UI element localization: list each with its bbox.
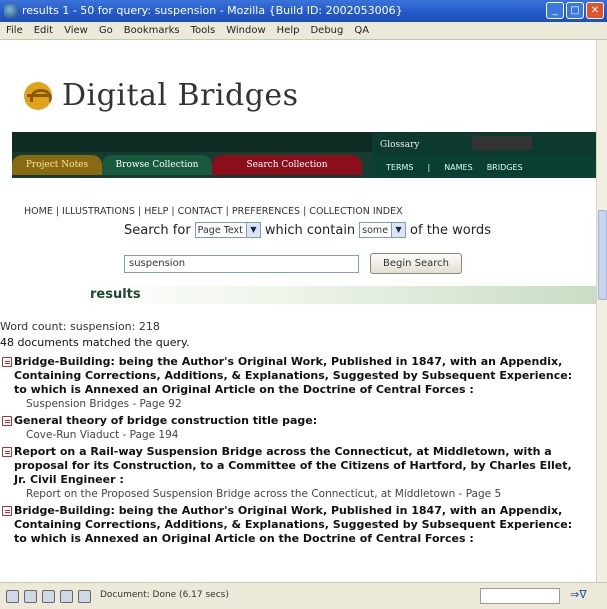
- result-title-link[interactable]: General theory of bridge construction ti…: [0, 414, 596, 428]
- window-title: results 1 - 50 for query: suspension - M…: [22, 4, 403, 17]
- chevron-down-icon[interactable]: ▼: [391, 223, 406, 237]
- page-viewport: Digital Bridges Project Notes Browse Col…: [0, 40, 596, 582]
- window-title-bar: results 1 - 50 for query: suspension - M…: [0, 0, 607, 22]
- address-book-icon[interactable]: [60, 590, 73, 603]
- site-logo[interactable]: Digital Bridges: [24, 78, 299, 113]
- result-page-link[interactable]: Suspension Bridges - Page 92: [0, 397, 596, 411]
- glossary-bridges-link[interactable]: BRIDGES: [487, 163, 523, 172]
- menu-view[interactable]: View: [64, 25, 88, 36]
- menu-go[interactable]: Go: [99, 25, 113, 36]
- glossary-terms-link[interactable]: TERMS: [386, 163, 413, 172]
- glossary-title[interactable]: Glossary: [380, 140, 419, 150]
- tab-browse-collection[interactable]: Browse Collection: [102, 155, 212, 175]
- browser-app-icon: [4, 4, 18, 18]
- nav-band: Project Notes Browse Collection Search C…: [12, 132, 596, 178]
- composer-icon[interactable]: [42, 590, 55, 603]
- list-item: Bridge-Building: being the Author's Orig…: [0, 355, 596, 411]
- search-field-value: Page Text: [197, 224, 243, 236]
- search-mode-value: some: [362, 224, 389, 236]
- list-item: General theory of bridge construction ti…: [0, 414, 596, 442]
- close-button[interactable]: ✕: [586, 2, 604, 19]
- result-title-link[interactable]: Bridge-Building: being the Author's Orig…: [0, 504, 596, 546]
- result-page-link[interactable]: Report on the Proposed Suspension Bridge…: [0, 487, 596, 501]
- menu-debug[interactable]: Debug: [310, 25, 343, 36]
- search-row: Search for Page Text ▼ which contain som…: [124, 222, 491, 238]
- results-list: Bridge-Building: being the Author's Orig…: [0, 355, 596, 549]
- scrollbar-thumb[interactable]: [598, 210, 607, 300]
- navigator-icon[interactable]: [6, 590, 19, 603]
- bridge-logo-icon: [24, 81, 52, 110]
- minimize-button[interactable]: _: [546, 2, 564, 19]
- menu-qa[interactable]: QA: [354, 25, 369, 36]
- glossary-separator: |: [427, 162, 431, 172]
- result-page-link[interactable]: Cove-Run Viaduct - Page 194: [0, 428, 596, 442]
- menu-window[interactable]: Window: [226, 25, 265, 36]
- result-title-link[interactable]: Report on a Rail-way Suspension Bridge a…: [0, 445, 596, 487]
- which-contain-label: which contain: [264, 222, 356, 238]
- results-title: results: [90, 287, 141, 302]
- menu-help[interactable]: Help: [277, 25, 300, 36]
- maximize-button[interactable]: □: [566, 2, 584, 19]
- document-icon: [2, 506, 12, 516]
- glossary-panel: Glossary TERMS | NAMES BRIDGES: [372, 132, 596, 178]
- result-title[interactable]: General theory of bridge construction ti…: [14, 414, 317, 427]
- document-icon: [2, 447, 12, 457]
- begin-search-button[interactable]: Begin Search: [370, 253, 462, 274]
- menu-file[interactable]: File: [6, 25, 23, 36]
- vertical-scrollbar[interactable]: [596, 40, 607, 582]
- result-title[interactable]: Bridge-Building: being the Author's Orig…: [14, 355, 572, 396]
- menu-edit[interactable]: Edit: [34, 25, 53, 36]
- tab-search-collection[interactable]: Search Collection: [212, 155, 362, 175]
- list-item: Report on a Rail-way Suspension Bridge a…: [0, 445, 596, 501]
- status-bar: Document: Done (6.17 secs) ⇒ᐁ: [0, 582, 607, 609]
- tab-project-notes[interactable]: Project Notes: [12, 155, 102, 175]
- glossary-names-link[interactable]: NAMES: [444, 163, 473, 172]
- match-count: 48 documents matched the query.: [0, 336, 190, 349]
- search-mode-select[interactable]: some ▼: [359, 222, 407, 238]
- search-for-label: Search for: [124, 222, 191, 238]
- search-input[interactable]: suspension: [124, 255, 359, 273]
- result-title-link[interactable]: Bridge-Building: being the Author's Orig…: [0, 355, 596, 397]
- chevron-down-icon[interactable]: ▼: [245, 223, 260, 237]
- top-links[interactable]: HOME | ILLUSTRATIONS | HELP | CONTACT | …: [24, 206, 403, 217]
- mail-icon[interactable]: [24, 590, 37, 603]
- status-text: Document: Done (6.17 secs): [100, 590, 229, 600]
- security-lock-icon[interactable]: ⇒ᐁ: [570, 588, 587, 601]
- document-icon: [2, 416, 12, 426]
- progress-box: [480, 588, 560, 604]
- menu-bar: File Edit View Go Bookmarks Tools Window…: [0, 22, 607, 40]
- result-title[interactable]: Bridge-Building: being the Author's Orig…: [14, 504, 572, 545]
- chat-icon[interactable]: [78, 590, 91, 603]
- word-count: Word count: suspension: 218: [0, 320, 160, 333]
- of-the-words-label: of the words: [410, 222, 491, 238]
- list-item: Bridge-Building: being the Author's Orig…: [0, 504, 596, 546]
- search-field-select[interactable]: Page Text ▼: [194, 222, 261, 238]
- menu-bookmarks[interactable]: Bookmarks: [124, 25, 180, 36]
- menu-tools[interactable]: Tools: [191, 25, 216, 36]
- document-icon: [2, 357, 12, 367]
- results-header: results: [76, 286, 596, 304]
- logo-text: Digital Bridges: [62, 78, 299, 113]
- result-title[interactable]: Report on a Rail-way Suspension Bridge a…: [14, 445, 572, 486]
